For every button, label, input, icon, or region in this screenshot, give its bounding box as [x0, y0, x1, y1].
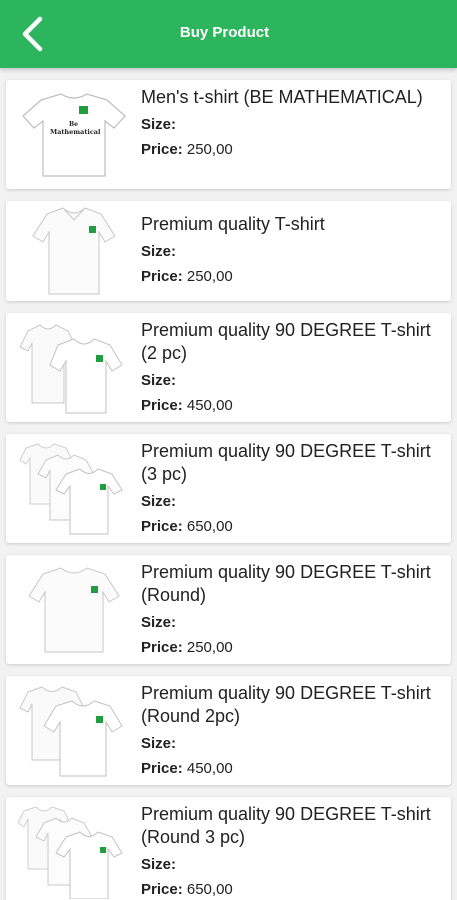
product-card[interactable]: Premium quality 90 DEGREE T-shirt (Round… [6, 555, 451, 664]
svg-text:Mathematical: Mathematical [50, 128, 101, 136]
product-size: Size: [141, 116, 177, 133]
page-title: Buy Product [179, 24, 270, 41]
product-image [18, 563, 130, 657]
product-card[interactable]: Premium quality 90 DEGREE T-shirt (3 pc)… [6, 434, 451, 543]
product-name: Premium quality 90 DEGREE T-shirt (Round… [141, 804, 431, 847]
product-image [18, 684, 130, 778]
product-image [18, 321, 130, 415]
product-name: Premium quality T-shirt [141, 214, 325, 234]
product-name: Premium quality 90 DEGREE T-shirt (Round… [141, 683, 431, 726]
product-image [18, 442, 130, 536]
product-price: Price: 450,00 [141, 760, 233, 777]
product-card[interactable]: Premium quality 90 DEGREE T-shirt (2 pc)… [6, 313, 451, 422]
product-name: Premium quality 90 DEGREE T-shirt (Round… [141, 562, 431, 605]
product-price: Price: 650,00 [141, 881, 233, 898]
product-price: Price: 250,00 [141, 268, 233, 285]
product-size: Size: [141, 493, 177, 510]
product-card[interactable]: Premium quality T-shirt Size: Price: 250… [6, 201, 451, 301]
product-image [18, 805, 130, 899]
product-size: Size: [141, 372, 177, 389]
product-price: Price: 650,00 [141, 518, 233, 535]
product-card[interactable]: Be Mathematical Men's t-shirt (BE MATHEM… [6, 80, 451, 189]
product-name: Men's t-shirt (BE MATHEMATICAL) [141, 87, 423, 107]
product-name: Premium quality 90 DEGREE T-shirt (2 pc) [141, 320, 431, 363]
product-price: Price: 450,00 [141, 397, 233, 414]
product-price: Price: 250,00 [141, 141, 233, 158]
product-card[interactable]: Premium quality 90 DEGREE T-shirt (Round… [6, 676, 451, 785]
product-size: Size: [141, 243, 177, 260]
product-size: Size: [141, 856, 177, 873]
product-image: Be Mathematical [18, 88, 130, 182]
product-card[interactable]: Premium quality 90 DEGREE T-shirt (Round… [6, 797, 451, 900]
product-size: Size: [141, 614, 177, 631]
product-price: Price: 250,00 [141, 639, 233, 656]
product-name: Premium quality 90 DEGREE T-shirt (3 pc) [141, 441, 431, 484]
app-bar: Buy Product [0, 0, 457, 68]
svg-text:Be: Be [69, 121, 78, 128]
product-image [18, 205, 130, 299]
product-size: Size: [141, 735, 177, 752]
product-list[interactable]: Be Mathematical Men's t-shirt (BE MATHEM… [0, 68, 457, 900]
